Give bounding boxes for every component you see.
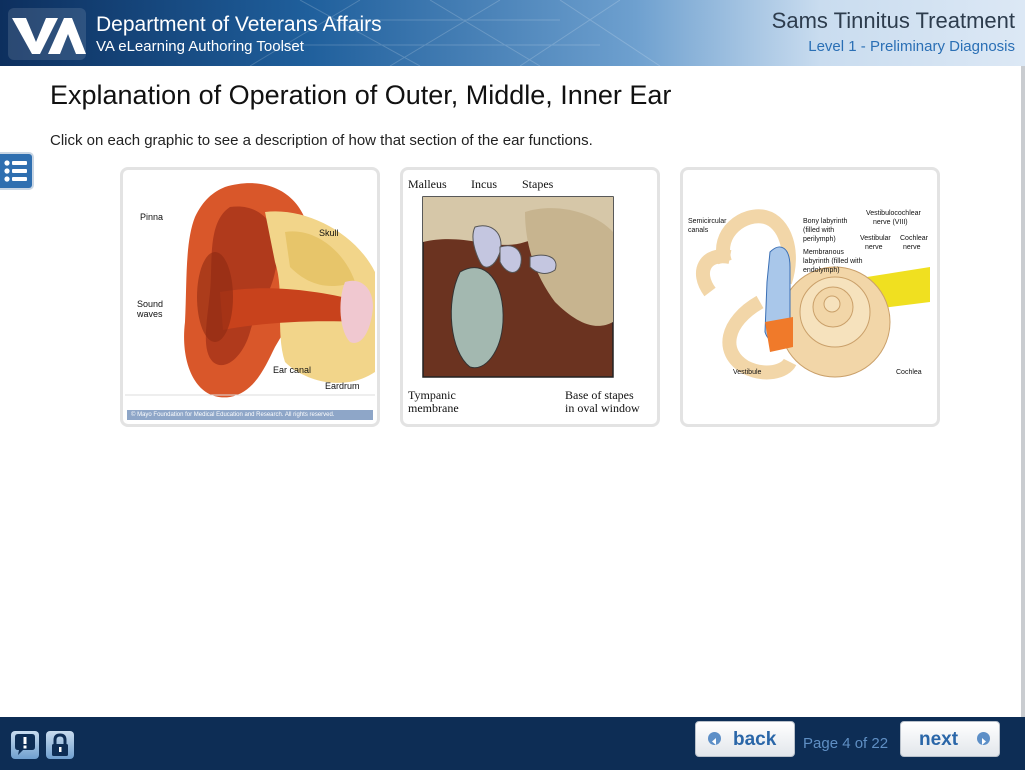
label-semicircular-1: Semicircular <box>688 218 727 225</box>
label-cochlear-1: Cochlear <box>900 235 929 242</box>
page-indicator: Page 4 of 22 <box>803 735 889 752</box>
label-base-stapes-2: in oval window <box>565 401 640 415</box>
label-vestibulocochlear-2: nerve (VIII) <box>873 219 908 226</box>
instructions-text: Click on each graphic to see a descripti… <box>50 132 593 149</box>
next-arrow-icon <box>977 732 990 745</box>
help-icon <box>15 734 35 755</box>
label-ear-canal: Ear canal <box>273 365 312 375</box>
label-vestibulocochlear-1: Vestibulocochlear <box>866 210 921 217</box>
label-skull: Skull <box>319 228 339 238</box>
label-cochlear-2: nerve <box>903 244 921 251</box>
label-eardrum: Eardrum <box>325 381 360 391</box>
lock-icon <box>52 733 68 756</box>
label-vestibular-1: Vestibular <box>860 235 891 242</box>
header-banner: Department of Veterans Affairs VA eLearn… <box>0 0 1025 66</box>
label-pinna: Pinna <box>140 212 164 222</box>
label-incus: Incus <box>471 177 497 191</box>
lock-button[interactable] <box>46 731 74 759</box>
middle-ear-card[interactable]: Malleus Incus Stapes Tympanic membrane B… <box>400 167 660 427</box>
toolset-name: VA eLearning Authoring Toolset <box>96 38 304 55</box>
label-vestibule: Vestibule <box>733 369 762 376</box>
va-logo-icon <box>8 8 86 60</box>
label-membranous-2: labyrinth (filled with <box>803 258 863 265</box>
label-bony-2: (filled with <box>803 227 835 234</box>
outer-ear-card[interactable]: Pinna Skull Sound waves Ear canal Eardru… <box>120 167 380 427</box>
label-vestibular-2: nerve <box>865 244 883 251</box>
scrollbar-track <box>1021 66 1025 717</box>
next-button[interactable]: next <box>900 721 1000 757</box>
page-title: Explanation of Operation of Outer, Middl… <box>50 80 672 110</box>
label-semicircular-2: canals <box>688 227 709 234</box>
label-membranous-3: endolymph) <box>803 267 840 274</box>
label-bony-3: perilymph) <box>803 236 836 243</box>
help-button[interactable] <box>11 731 39 759</box>
middle-ear-illustration <box>405 172 655 422</box>
menu-toggle-button[interactable] <box>0 152 34 190</box>
list-icon <box>4 160 27 182</box>
back-label: back <box>733 729 777 750</box>
label-membranous-1: Membranous <box>803 249 844 256</box>
department-name: Department of Veterans Affairs <box>96 13 382 36</box>
back-arrow-icon <box>708 732 721 745</box>
label-stapes: Stapes <box>522 177 554 191</box>
back-button[interactable]: back <box>695 721 795 757</box>
label-bony-1: Bony labyrinth <box>803 218 848 225</box>
course-title: Sams Tinnitus Treatment <box>771 8 1015 33</box>
label-tympanic-2: membrane <box>408 401 459 415</box>
label-malleus: Malleus <box>408 177 447 191</box>
level-label: Level 1 - Preliminary Diagnosis <box>808 38 1015 55</box>
inner-ear-card[interactable]: Semicircular canals Bony labyrinth (fill… <box>680 167 940 427</box>
footer-bar: back Page 4 of 22 next <box>0 717 1025 770</box>
next-label: next <box>919 729 959 750</box>
image-credit: © Mayo Foundation for Medical Education … <box>127 410 373 420</box>
label-sound-waves-1: Sound <box>137 299 164 309</box>
label-sound-waves-2: waves <box>137 309 163 319</box>
label-cochlea: Cochlea <box>896 369 922 376</box>
